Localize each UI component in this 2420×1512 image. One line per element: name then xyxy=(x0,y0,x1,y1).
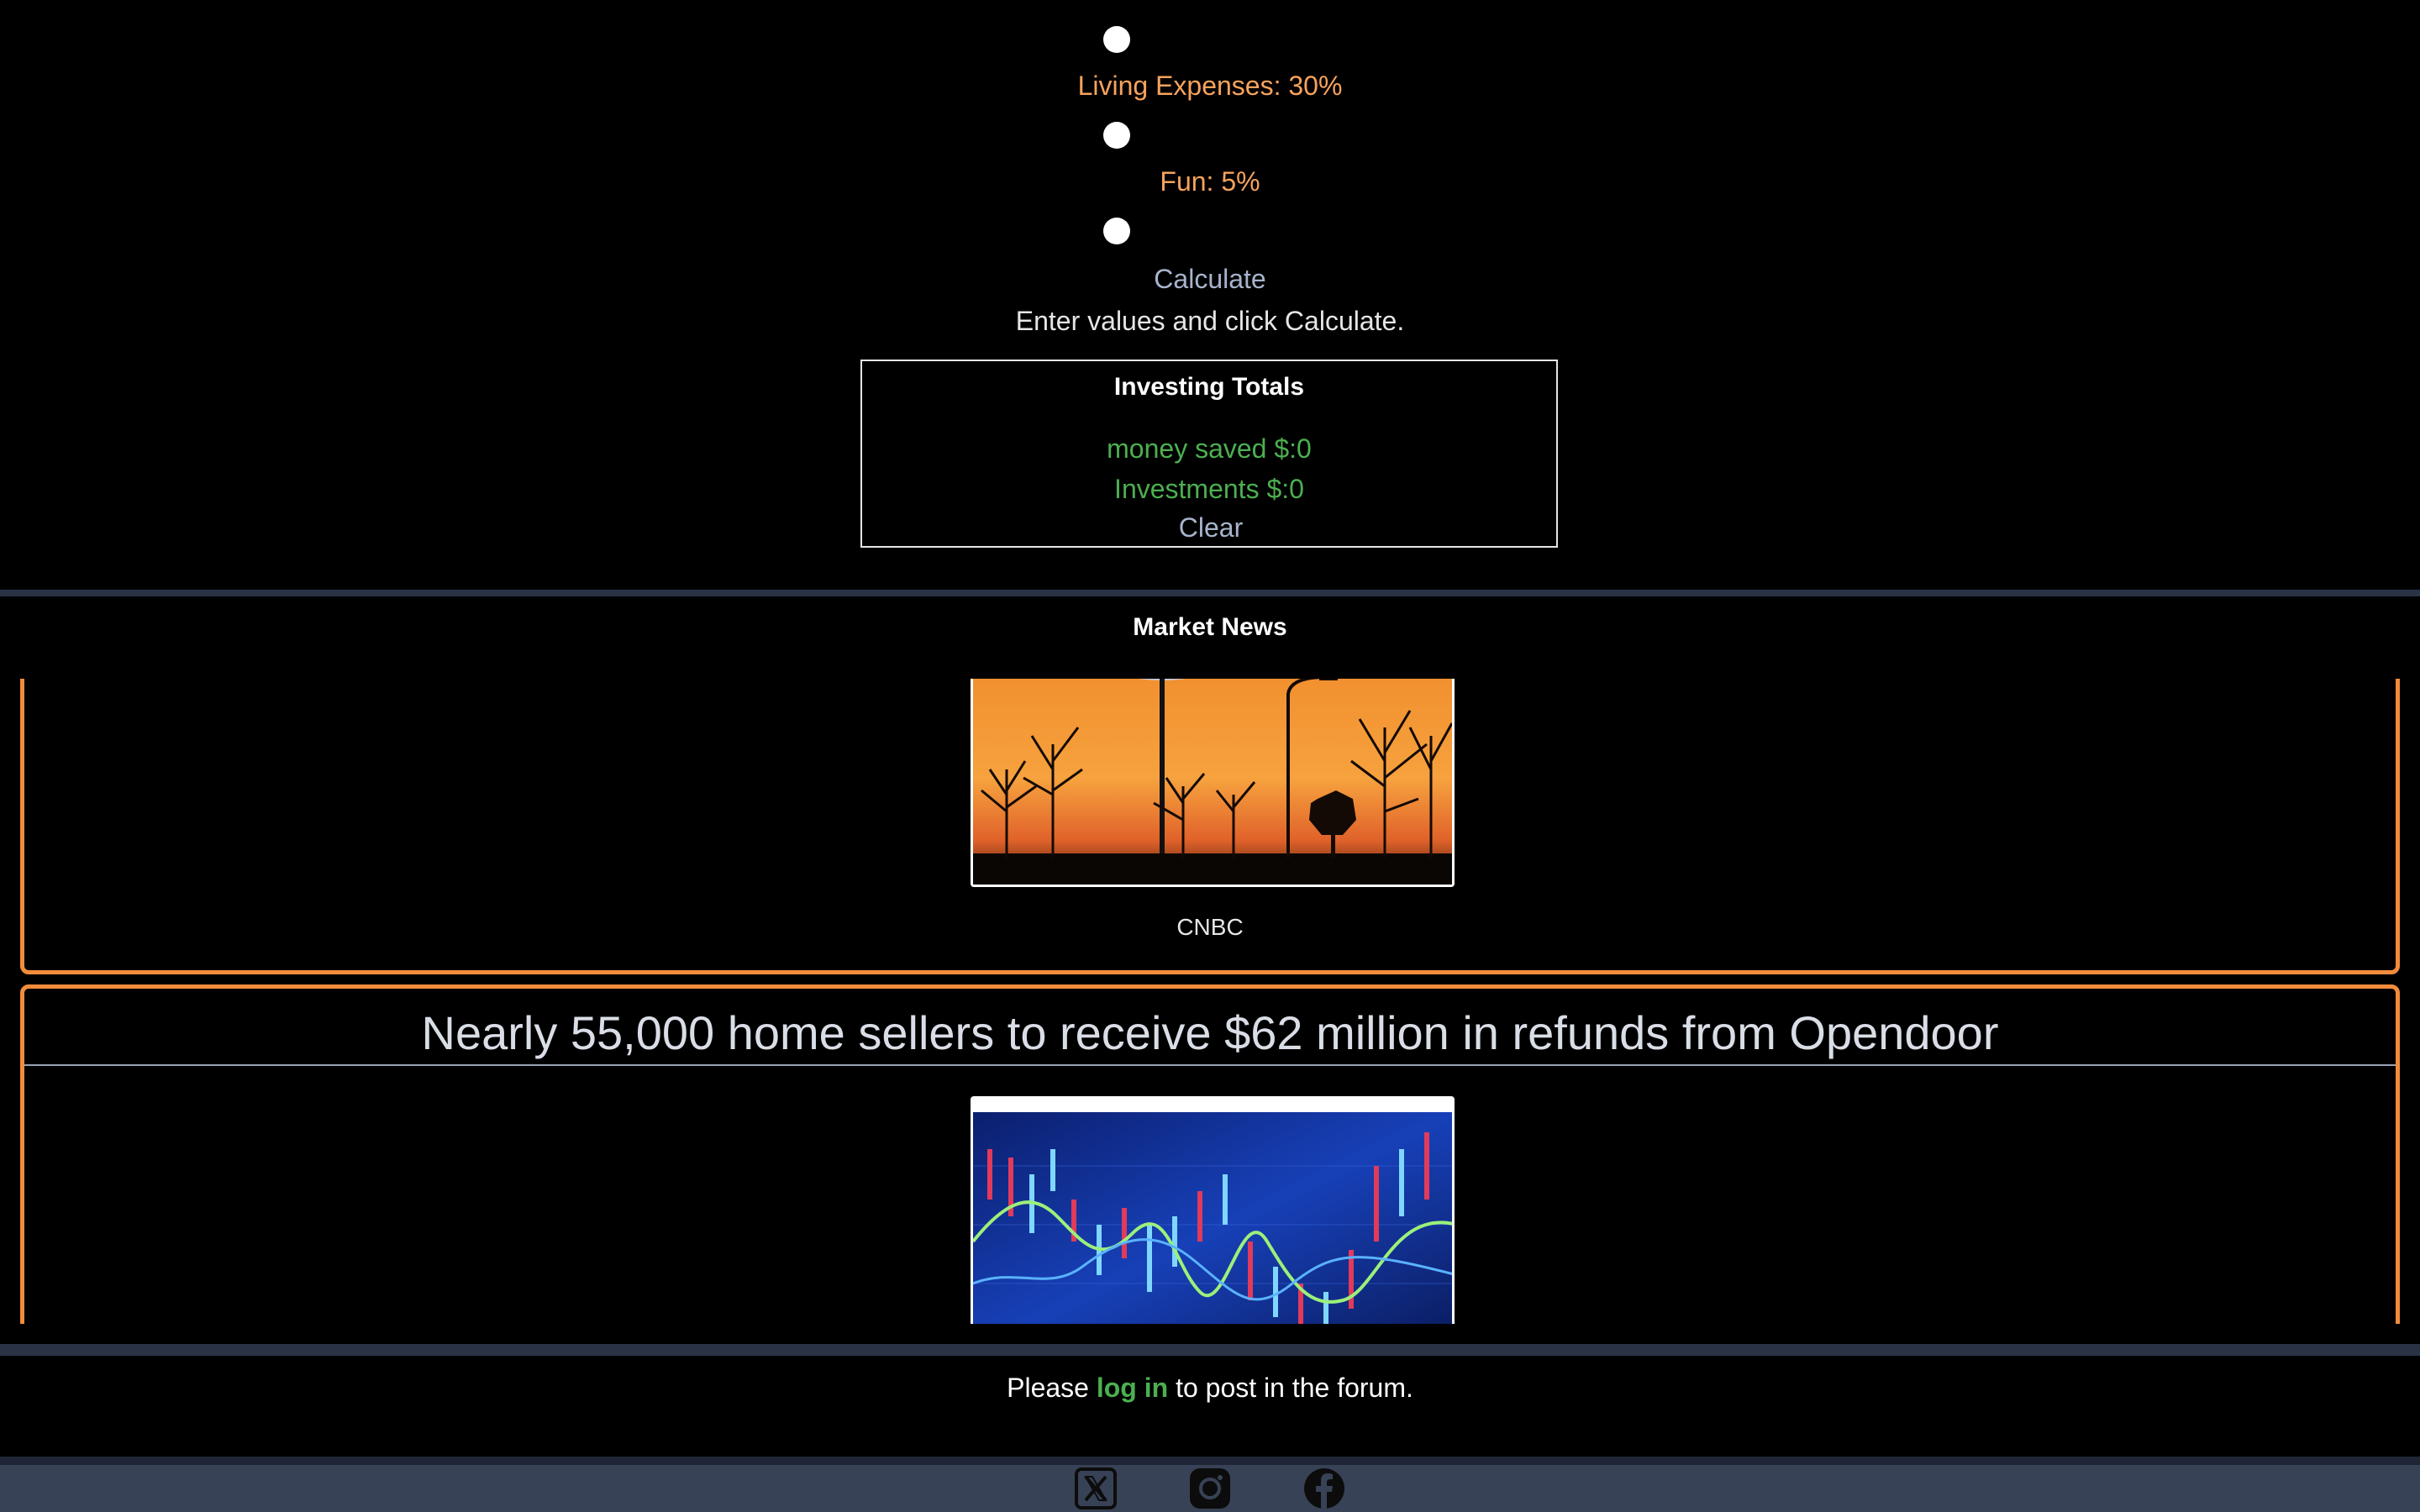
news-card[interactable]: Ford CNBC xyxy=(20,679,2400,974)
budget-calculator: Living Expenses: 30% Fun: 5% Calculate E… xyxy=(0,0,2420,588)
instagram-icon[interactable] xyxy=(1188,1467,1232,1510)
footer-divider xyxy=(0,1457,2420,1465)
market-news-heading: Market News xyxy=(1133,613,1287,641)
news-image[interactable] xyxy=(971,1096,1455,1324)
forum-prompt-suffix: to post in the forum. xyxy=(1168,1373,1413,1403)
living-expenses-slider-thumb[interactable] xyxy=(1103,122,1130,149)
clear-button[interactable]: Clear xyxy=(1127,509,1295,546)
investing-totals-panel: Investing Totals money saved $:0 Investm… xyxy=(860,360,1558,548)
page: Living Expenses: 30% Fun: 5% Calculate E… xyxy=(0,0,2420,1512)
news-source: CNBC xyxy=(1176,914,1244,940)
investments-value: Investments $:0 xyxy=(1114,474,1304,504)
news-feed[interactable]: Ford CNBC xyxy=(0,679,2420,1324)
section-divider xyxy=(0,590,2420,596)
investing-totals-title: Investing Totals xyxy=(1113,373,1305,401)
money-saved-value: money saved $:0 xyxy=(1107,433,1312,464)
fun-slider-thumb[interactable] xyxy=(1103,218,1130,244)
x-twitter-icon[interactable] xyxy=(1074,1467,1118,1510)
stock-chart-photo xyxy=(973,1099,1452,1324)
title-divider xyxy=(24,1064,2396,1066)
facebook-icon[interactable] xyxy=(1302,1467,1346,1510)
instructions-text: Enter values and click Calculate. xyxy=(1015,306,1405,336)
calculate-button[interactable]: Calculate xyxy=(1092,258,1328,298)
section-divider xyxy=(0,1344,2420,1356)
living-expenses-label: Living Expenses: 30% xyxy=(1077,71,1343,101)
news-card[interactable]: Nearly 55,000 home sellers to receive $6… xyxy=(20,984,2400,1324)
news-title[interactable]: Nearly 55,000 home sellers to receive $6… xyxy=(24,1005,2396,1060)
fun-label: Fun: 5% xyxy=(1160,166,1260,197)
forum-prompt-prefix: Please xyxy=(1007,1373,1097,1403)
ford-sunset-photo: Ford xyxy=(973,679,1452,885)
previous-slider-thumb[interactable] xyxy=(1103,26,1130,53)
login-link[interactable]: log in xyxy=(1097,1373,1168,1403)
forum-login-prompt: Please log in to post in the forum. xyxy=(0,1373,2420,1404)
news-image[interactable]: Ford xyxy=(971,679,1455,887)
